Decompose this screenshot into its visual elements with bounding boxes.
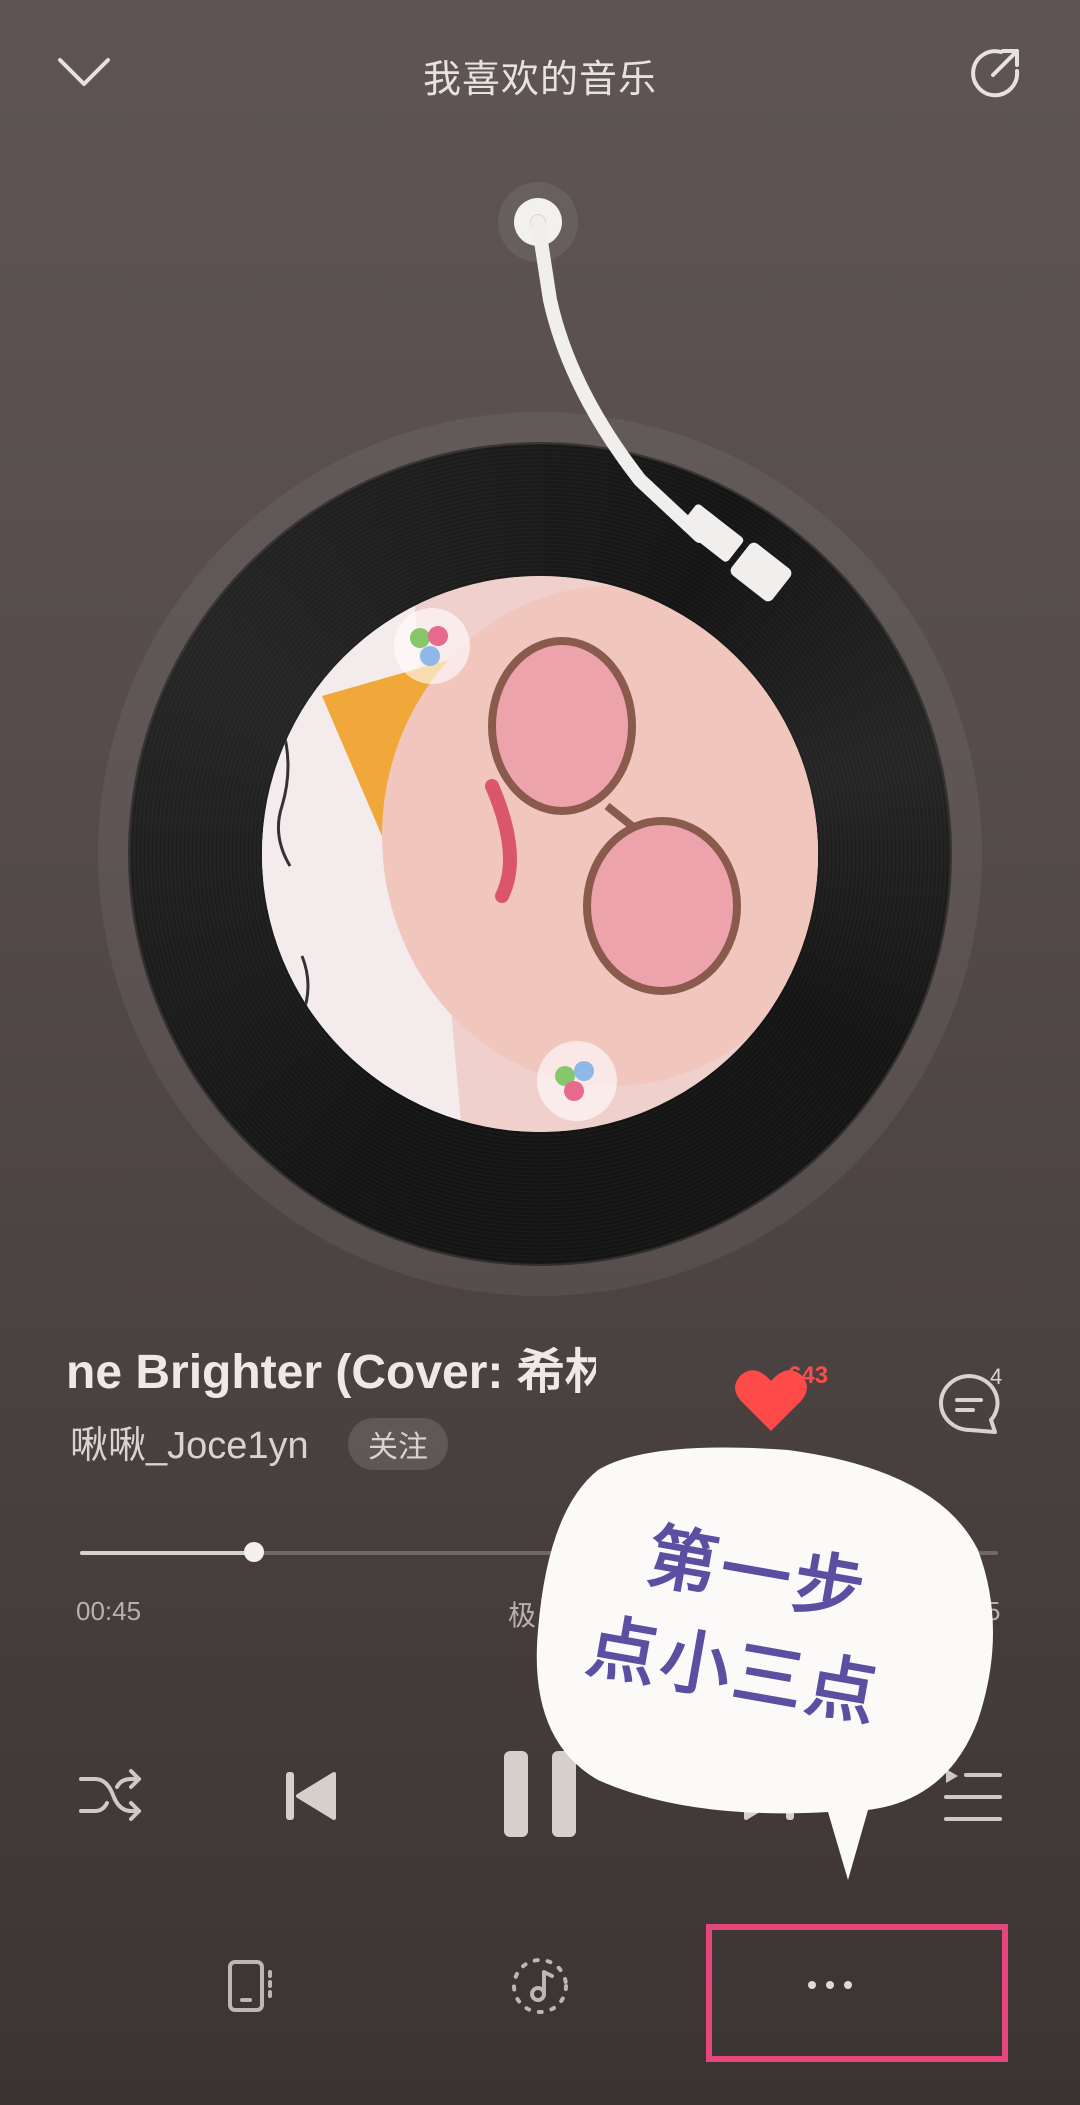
shuffle-icon [79,1769,141,1821]
shuffle-button[interactable] [70,1760,150,1830]
song-title: ne Brighter (Cover: 希林 [66,1346,596,1399]
like-count: 643 [788,1362,829,1389]
previous-icon [286,1772,336,1820]
sound-effect-button[interactable] [502,1950,578,2022]
artist-name[interactable]: 啾啾_Joce1yn [70,1414,309,1469]
sound-effect-icon [512,1958,568,2014]
tonearm [498,182,792,602]
annotation-bubble: 第一步 点小三点 [528,1440,998,1880]
share-icon [971,49,1020,98]
device-icon [228,1960,272,2012]
share-button[interactable] [954,36,1036,110]
follow-button[interactable]: 关注 [348,1418,448,1470]
highlight-box [706,1924,1008,2062]
album-cover[interactable] [262,576,818,1132]
device-button[interactable] [216,1950,288,2022]
comment-count: 4 [990,1364,1003,1389]
page-title: 我喜欢的音乐 [422,59,657,101]
previous-button[interactable] [272,1758,348,1834]
elapsed-time: 00:45 [76,1596,142,1626]
progress-fill [80,1551,255,1555]
progress-knob[interactable] [244,1542,265,1562]
